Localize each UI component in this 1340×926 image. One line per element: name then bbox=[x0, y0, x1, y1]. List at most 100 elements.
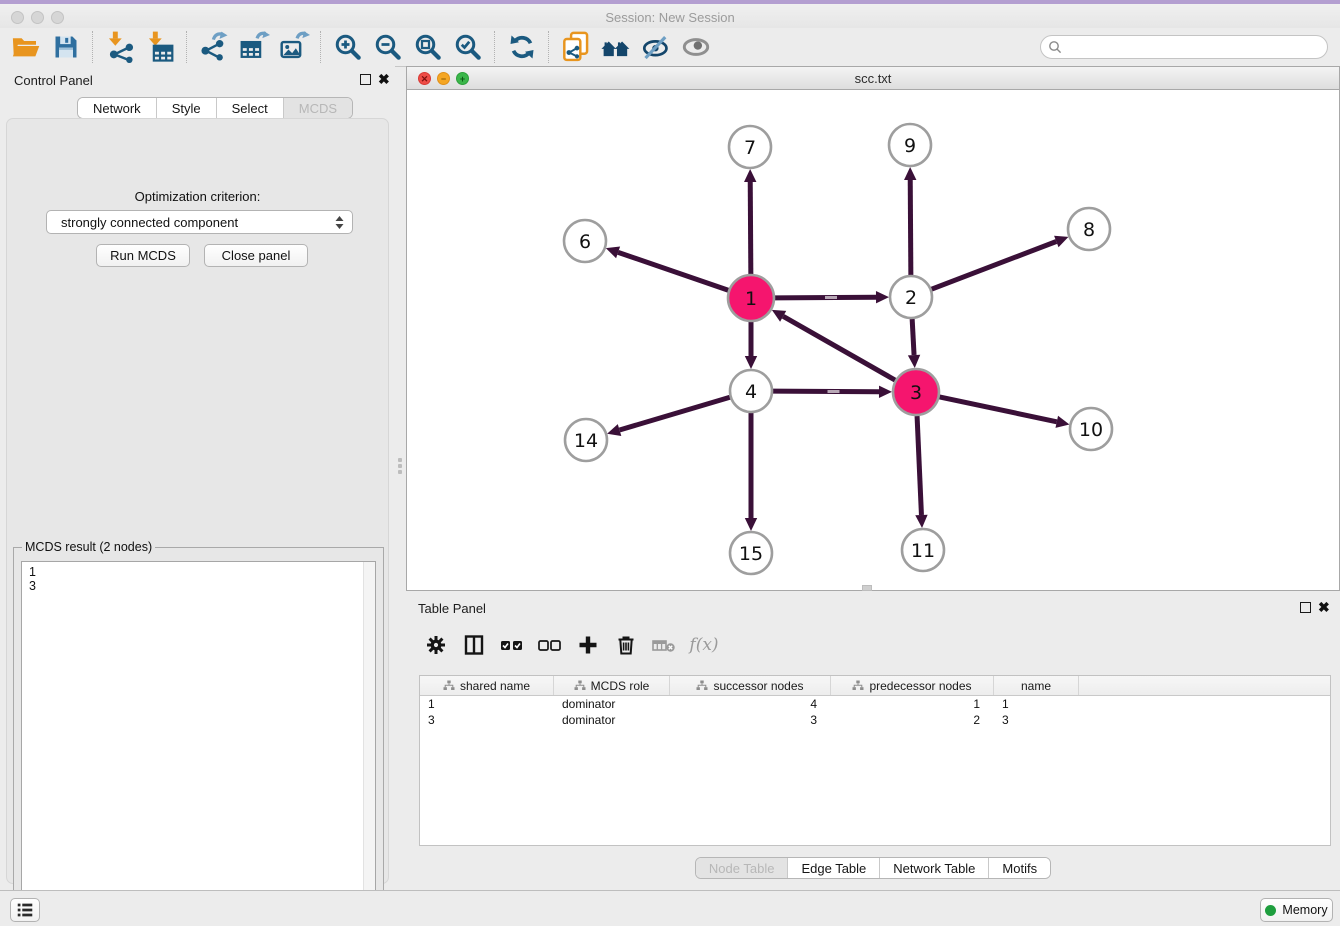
graph-edge-4-3[interactable] bbox=[773, 391, 879, 392]
import-table-icon bbox=[144, 31, 176, 63]
dropdown-value: strongly connected component bbox=[47, 215, 330, 230]
export-network-icon bbox=[198, 31, 230, 63]
table-toolbar: f(x) bbox=[419, 625, 1331, 665]
export-table-button[interactable] bbox=[234, 30, 274, 64]
import-network-button[interactable] bbox=[100, 30, 140, 64]
graph-edge-3-11[interactable] bbox=[917, 416, 921, 515]
select-all-columns-button[interactable] bbox=[495, 629, 529, 661]
node-table-rows: 1dominator4113dominator323 bbox=[420, 696, 1330, 728]
hierarchy-icon bbox=[852, 680, 864, 691]
run-mcds-button[interactable]: Run MCDS bbox=[96, 244, 190, 267]
export-image-button[interactable] bbox=[274, 30, 314, 64]
table-cell: 1 bbox=[994, 696, 1079, 712]
graph-node-label-2: 2 bbox=[905, 287, 917, 309]
tab-network[interactable]: Network bbox=[78, 98, 156, 118]
zoom-in-button[interactable] bbox=[328, 30, 368, 64]
network-overview-button[interactable] bbox=[596, 30, 636, 64]
graph-edge-1-7[interactable] bbox=[750, 182, 751, 274]
window-title: Session: New Session bbox=[0, 10, 1340, 25]
add-column-button[interactable] bbox=[571, 629, 605, 661]
zoom-selected-button[interactable] bbox=[448, 30, 488, 64]
node-table: shared nameMCDS role successor nodes prede… bbox=[419, 675, 1331, 846]
show-graphics-details-button[interactable] bbox=[676, 30, 716, 64]
graph-node-label-7: 7 bbox=[744, 137, 756, 159]
tab-select[interactable]: Select bbox=[216, 98, 283, 118]
toolbar-separator bbox=[186, 31, 188, 63]
hierarchy-icon bbox=[574, 680, 586, 691]
tab-network-table[interactable]: Network Table bbox=[879, 858, 988, 878]
column-header-successor-nodes[interactable]: successor nodes bbox=[670, 676, 831, 695]
delete-columns-button[interactable] bbox=[609, 629, 643, 661]
graph-edge-arrowhead bbox=[744, 169, 756, 182]
column-header-name[interactable]: name bbox=[994, 676, 1079, 695]
close-panel-icon[interactable]: ✖ bbox=[378, 72, 390, 86]
memory-button[interactable]: Memory bbox=[1260, 898, 1333, 922]
graph-edge-arrowhead bbox=[915, 515, 927, 528]
graph-edge-2-3[interactable] bbox=[912, 319, 914, 355]
optimization-criterion-dropdown[interactable]: strongly connected component bbox=[46, 210, 353, 234]
column-header-MCDS-role[interactable]: MCDS role bbox=[554, 676, 670, 695]
graph-edge-4-14[interactable] bbox=[620, 397, 730, 430]
toolbar-separator bbox=[320, 31, 322, 63]
graph-edge-3-10[interactable] bbox=[939, 397, 1056, 422]
column-header-label: successor nodes bbox=[713, 679, 803, 693]
network-window-title: scc.txt bbox=[407, 71, 1339, 86]
canvas-splitter-handle[interactable] bbox=[862, 585, 872, 591]
table-row[interactable]: 1dominator411 bbox=[420, 696, 1330, 712]
panel-splitter-handle[interactable] bbox=[396, 455, 404, 477]
tab-style[interactable]: Style bbox=[156, 98, 216, 118]
column-header-shared-name[interactable]: shared name bbox=[420, 676, 554, 695]
table-options-button[interactable] bbox=[419, 629, 453, 661]
mcds-result-textarea[interactable]: 1 3 bbox=[21, 561, 376, 922]
network-canvas[interactable]: 7968124314101511 bbox=[407, 90, 1339, 590]
search-input[interactable] bbox=[1040, 35, 1328, 59]
table-panel-title: Table Panel bbox=[418, 601, 486, 616]
close-table-panel-icon[interactable]: ✖ bbox=[1318, 600, 1330, 614]
graph-node-label-6: 6 bbox=[579, 231, 591, 253]
tab-motifs[interactable]: Motifs bbox=[988, 858, 1050, 878]
function-builder-button-disabled: f(x) bbox=[685, 629, 719, 661]
result-scrollbar[interactable] bbox=[363, 562, 375, 921]
apply-layout-button[interactable] bbox=[502, 30, 542, 64]
zoom-out-button[interactable] bbox=[368, 30, 408, 64]
export-network-button[interactable] bbox=[194, 30, 234, 64]
task-history-button[interactable] bbox=[10, 898, 40, 922]
zoom-fit-button[interactable] bbox=[408, 30, 448, 64]
graph-edge-2-8[interactable] bbox=[932, 241, 1057, 289]
graph-edge-3-1[interactable] bbox=[783, 316, 895, 380]
graph-node-label-1: 1 bbox=[745, 288, 757, 310]
close-panel-button[interactable]: Close panel bbox=[204, 244, 308, 267]
memory-status-dot bbox=[1265, 905, 1276, 916]
split-panel-button[interactable] bbox=[457, 629, 491, 661]
graph-edge-2-9[interactable] bbox=[910, 180, 911, 275]
table-row[interactable]: 3dominator323 bbox=[420, 712, 1330, 728]
main-toolbar bbox=[0, 28, 1340, 67]
plus-icon bbox=[576, 633, 600, 657]
zoom-in-icon bbox=[333, 32, 363, 62]
clone-network-button[interactable] bbox=[556, 30, 596, 64]
column-header-label: name bbox=[1021, 679, 1051, 693]
graph-edge-arrowhead bbox=[879, 386, 892, 398]
graph-node-label-15: 15 bbox=[739, 543, 763, 565]
hide-graphics-details-button[interactable] bbox=[636, 30, 676, 64]
split-columns-icon bbox=[462, 633, 486, 657]
float-table-panel-icon[interactable] bbox=[1300, 602, 1311, 613]
float-panel-icon[interactable] bbox=[360, 74, 371, 85]
network-view-window: ✕ − + scc.txt 7968124314101511 bbox=[406, 66, 1340, 591]
open-file-button[interactable] bbox=[6, 30, 46, 64]
graph-edge-arrowhead bbox=[745, 356, 757, 369]
column-header-label: predecessor nodes bbox=[869, 679, 971, 693]
graph-edge-1-6[interactable] bbox=[618, 252, 728, 290]
delete-table-button-disabled bbox=[647, 629, 681, 661]
table-cell: dominator bbox=[554, 696, 670, 712]
save-session-button[interactable] bbox=[46, 30, 86, 64]
deselect-all-columns-button[interactable] bbox=[533, 629, 567, 661]
tab-node-table[interactable]: Node Table bbox=[696, 858, 788, 878]
list-icon bbox=[14, 900, 36, 920]
tab-edge-table[interactable]: Edge Table bbox=[787, 858, 879, 878]
gear-icon bbox=[424, 633, 448, 657]
import-table-button[interactable] bbox=[140, 30, 180, 64]
table-tabset: Node Table Edge Table Network Table Moti… bbox=[695, 857, 1051, 879]
tab-mcds[interactable]: MCDS bbox=[283, 98, 352, 118]
column-header-predecessor-nodes[interactable]: predecessor nodes bbox=[831, 676, 994, 695]
